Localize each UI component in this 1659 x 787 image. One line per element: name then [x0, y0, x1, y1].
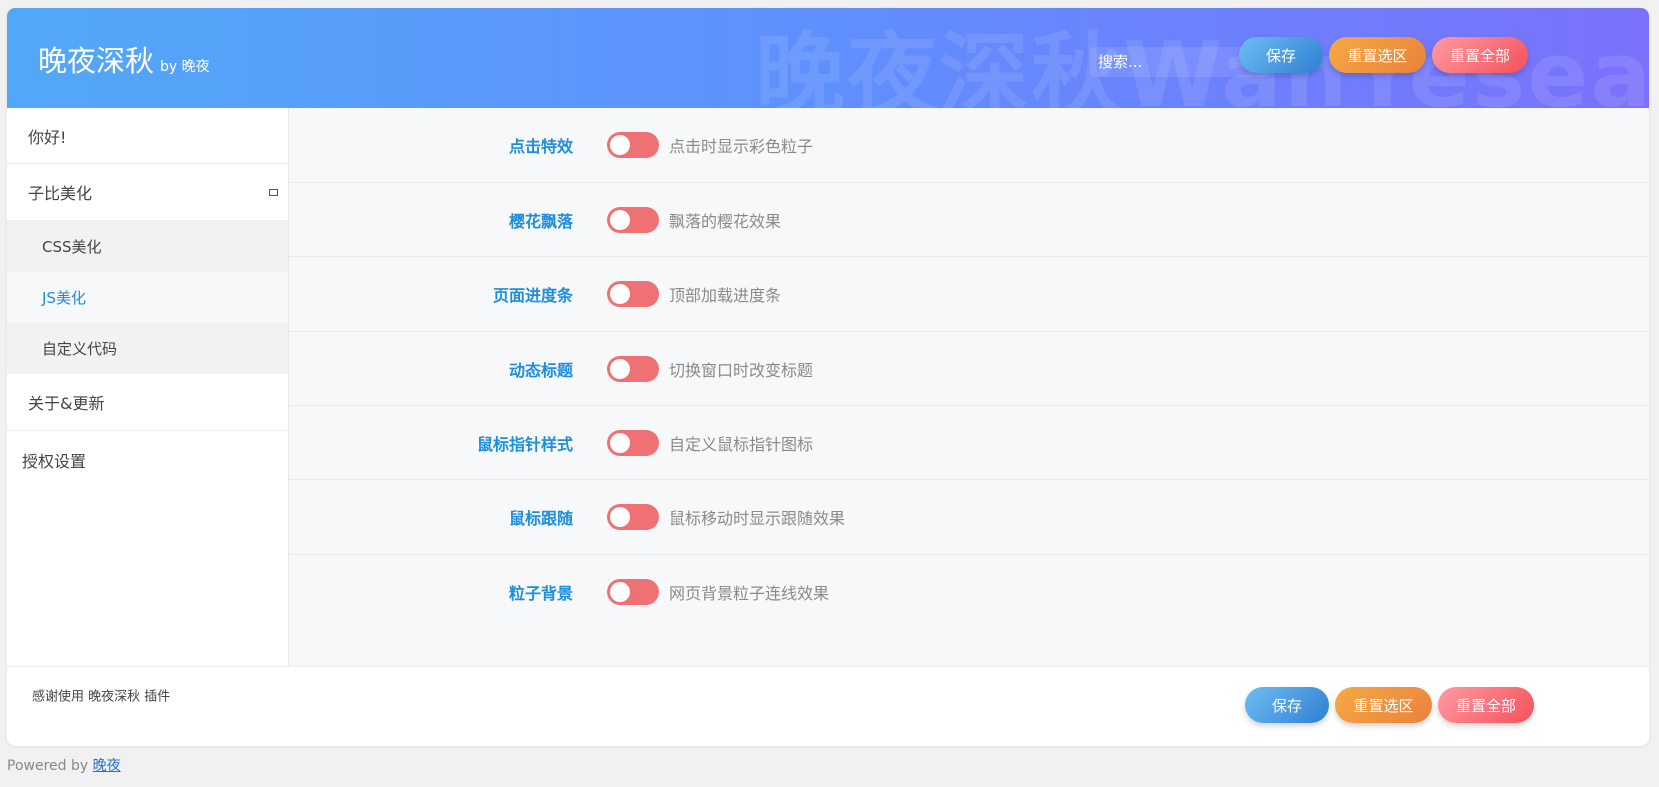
toggle-sakura[interactable] — [607, 206, 659, 233]
setting-row-dynamic-title: 动态标题 切换窗口时改变标题 — [289, 332, 1649, 406]
sidebar-item-label: 自定义代码 — [42, 340, 118, 358]
toggle-mouse-follow[interactable] — [607, 504, 659, 530]
sidebar-item-label: 授权设置 — [22, 451, 87, 471]
setting-row-sakura: 樱花飘落 飘落的樱花效果 — [289, 183, 1649, 257]
sidebar-item-zibi-beautify[interactable]: 子比美化 — [7, 164, 288, 221]
brand-title: 晚夜深秋 — [38, 44, 155, 78]
setting-row-cursor-style: 鼠标指针样式 自定义鼠标指针图标 — [289, 406, 1649, 480]
toggle-cursor-style[interactable] — [607, 429, 659, 456]
setting-description: 切换窗口时改变标题 — [669, 360, 814, 380]
sidebar-item-label: 你好! — [28, 127, 67, 147]
sidebar-item-label: JS美化 — [42, 289, 86, 307]
setting-description: 顶部加载进度条 — [669, 286, 782, 305]
setting-label: 页面进度条 — [492, 286, 573, 305]
setting-row-particle-background: 粒子背景 网页背景粒子连线效果 — [289, 555, 1649, 629]
setting-description: 点击时显示彩色粒子 — [669, 137, 814, 156]
toggle-knob — [610, 358, 630, 379]
sidebar-item-hello[interactable]: 你好! — [7, 108, 288, 164]
footer-reset-section-button[interactable]: 重置选区 — [1335, 687, 1432, 723]
toggle-progress-bar[interactable] — [607, 281, 659, 307]
toggle-particle-background[interactable] — [607, 579, 659, 605]
footer-thanks: 感谢使用 晚夜深秋 插件 — [32, 689, 171, 705]
toggle-knob — [610, 507, 630, 527]
toggle-click-effect[interactable] — [607, 132, 659, 158]
footer-reset-all-button[interactable]: 重置全部 — [1438, 687, 1534, 723]
setting-description: 鼠标移动时显示跟随效果 — [669, 509, 846, 528]
header-reset-section-button[interactable]: 重置选区 — [1329, 37, 1426, 73]
setting-label: 樱花飘落 — [508, 211, 573, 231]
powered-by-prefix: Powered by — [7, 758, 89, 774]
toggle-dynamic-title[interactable] — [607, 355, 659, 382]
setting-label: 动态标题 — [508, 360, 573, 380]
setting-label: 粒子背景 — [508, 584, 573, 603]
sidebar-item-label: 子比美化 — [28, 184, 93, 203]
powered-by-link[interactable]: 晚夜 — [93, 758, 121, 774]
sidebar-item-license[interactable]: 授权设置 — [7, 431, 288, 488]
setting-label: 鼠标跟随 — [508, 509, 573, 528]
setting-row-click-effect: 点击特效 点击时显示彩色粒子 — [289, 108, 1649, 183]
setting-description: 飘落的樱花效果 — [669, 211, 782, 231]
sidebar-item-js-beautify[interactable]: JS美化 — [7, 272, 288, 323]
setting-row-mouse-follow: 鼠标跟随 鼠标移动时显示跟随效果 — [289, 480, 1649, 555]
sidebar-item-css-beautify[interactable]: CSS美化 — [7, 221, 288, 272]
header: 晚夜深秋WanYesea 晚夜深秋by 晚夜 保存 重置选区 重置全部 — [7, 8, 1649, 108]
sidebar-item-about-update[interactable]: 关于&更新 — [7, 374, 288, 431]
setting-label: 点击特效 — [508, 137, 573, 156]
settings-content: 点击特效 点击时显示彩色粒子 樱花飘落 飘落的樱花效果 页面进度条 顶部加载进度… — [289, 108, 1649, 666]
brand-by: by 晚夜 — [160, 59, 210, 75]
toggle-knob — [610, 284, 630, 304]
footer-divider — [7, 666, 1649, 667]
setting-row-progress-bar: 页面进度条 顶部加载进度条 — [289, 257, 1649, 332]
footer-save-button[interactable]: 保存 — [1245, 687, 1329, 723]
setting-label: 鼠标指针样式 — [476, 434, 573, 454]
toggle-knob — [610, 582, 630, 602]
toggle-knob — [610, 135, 630, 155]
sidebar-item-custom-code[interactable]: 自定义代码 — [7, 323, 288, 374]
toggle-knob — [610, 432, 630, 453]
sidebar: 你好! 子比美化 CSS美化 JS美化 自定义代码 关于&更新 授权设置 — [7, 108, 289, 666]
powered-by: Powered by 晚夜 — [7, 755, 121, 775]
header-save-button[interactable]: 保存 — [1239, 37, 1323, 73]
sidebar-item-label: 关于&更新 — [28, 394, 105, 413]
toggle-knob — [610, 209, 630, 230]
settings-panel: 晚夜深秋WanYesea 晚夜深秋by 晚夜 保存 重置选区 重置全部 你好! … — [7, 8, 1649, 746]
collapse-icon[interactable] — [269, 189, 278, 196]
brand: 晚夜深秋 by 晚夜 — [38, 38, 210, 80]
header-reset-all-button[interactable]: 重置全部 — [1432, 37, 1528, 73]
setting-description: 网页背景粒子连线效果 — [669, 584, 830, 603]
sidebar-item-label: CSS美化 — [42, 238, 102, 256]
setting-description: 自定义鼠标指针图标 — [669, 434, 814, 454]
